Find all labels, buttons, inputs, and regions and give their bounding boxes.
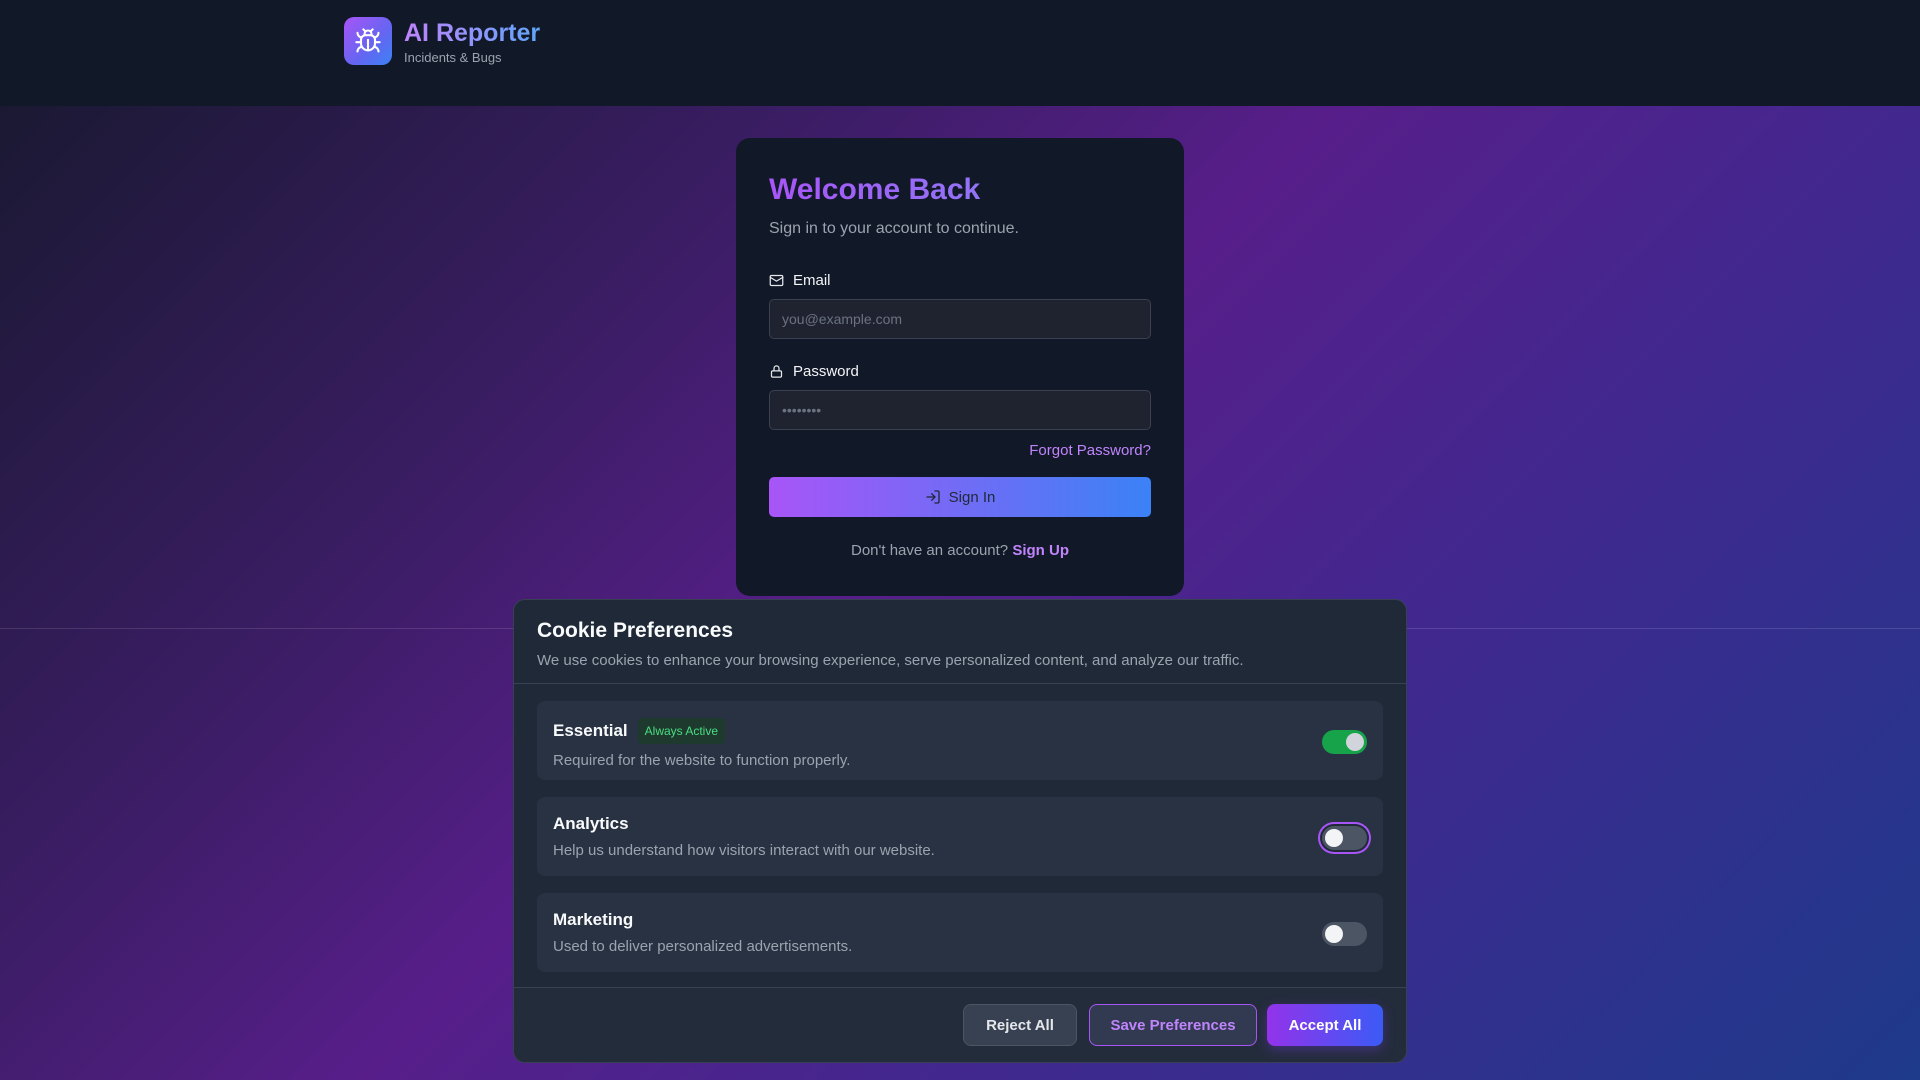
- reject-all-button[interactable]: Reject All: [963, 1004, 1077, 1046]
- bug-icon: [344, 17, 392, 65]
- app-subtitle: Incidents & Bugs: [404, 49, 502, 65]
- cookie-body: Essential Always Active Required for the…: [514, 684, 1406, 972]
- cookie-header: Cookie Preferences We use cookies to enh…: [514, 600, 1406, 684]
- email-label-text: Email: [793, 272, 831, 289]
- password-label: Password: [769, 363, 1151, 380]
- pref-analytics-title: Analytics: [553, 814, 629, 833]
- log-in-icon: [925, 490, 940, 504]
- mail-icon: [769, 274, 784, 287]
- marketing-toggle[interactable]: [1322, 922, 1367, 946]
- pref-essential-description: Required for the website to function pro…: [553, 752, 851, 769]
- cookie-description: We use cookies to enhance your browsing …: [537, 652, 1244, 669]
- always-active-badge: Always Active: [637, 718, 726, 744]
- cookie-title: Cookie Preferences: [537, 619, 734, 642]
- save-preferences-button[interactable]: Save Preferences: [1089, 1004, 1257, 1046]
- analytics-toggle[interactable]: [1322, 826, 1367, 850]
- no-account-text: Don't have an account?: [851, 542, 1009, 559]
- toggle-knob: [1325, 829, 1343, 847]
- pref-essential-title: Essential: [553, 721, 628, 740]
- pref-analytics-description: Help us understand how visitors interact…: [553, 842, 935, 859]
- login-subtitle: Sign in to your account to continue.: [769, 220, 1019, 237]
- toggle-knob: [1346, 733, 1364, 751]
- sign-in-label: Sign In: [948, 488, 996, 506]
- top-navbar: AI Reporter Incidents & Bugs: [0, 0, 1920, 106]
- login-title: Welcome Back: [769, 172, 1151, 208]
- pref-marketing-description: Used to deliver personalized advertiseme…: [553, 938, 853, 955]
- lock-icon: [770, 365, 783, 378]
- app-title: AI Reporter: [404, 18, 541, 47]
- pref-marketing: Marketing Used to deliver personalized a…: [537, 893, 1383, 972]
- toggle-knob: [1325, 925, 1343, 943]
- signup-prompt: Don't have an account? Sign Up: [769, 542, 1151, 559]
- pref-analytics: Analytics Help us understand how visitor…: [537, 797, 1383, 876]
- cookie-preferences-dialog: Cookie Preferences We use cookies to enh…: [513, 599, 1407, 1063]
- email-input[interactable]: [769, 299, 1151, 339]
- cookie-footer: Reject All Save Preferences Accept All: [514, 987, 1406, 1062]
- email-label: Email: [769, 272, 1151, 289]
- accept-all-button[interactable]: Accept All: [1267, 1004, 1383, 1046]
- pref-essential: Essential Always Active Required for the…: [537, 701, 1383, 780]
- sign-in-button[interactable]: Sign In: [769, 477, 1151, 517]
- brand[interactable]: AI Reporter Incidents & Bugs: [344, 17, 540, 65]
- login-card: Welcome Back Sign in to your account to …: [736, 138, 1184, 596]
- password-input[interactable]: [769, 390, 1151, 430]
- pref-marketing-title: Marketing: [553, 910, 634, 929]
- sign-up-link[interactable]: Sign Up: [1012, 542, 1069, 559]
- password-label-text: Password: [793, 363, 859, 380]
- forgot-password-link[interactable]: Forgot Password?: [769, 442, 1151, 459]
- essential-toggle[interactable]: [1322, 730, 1367, 754]
